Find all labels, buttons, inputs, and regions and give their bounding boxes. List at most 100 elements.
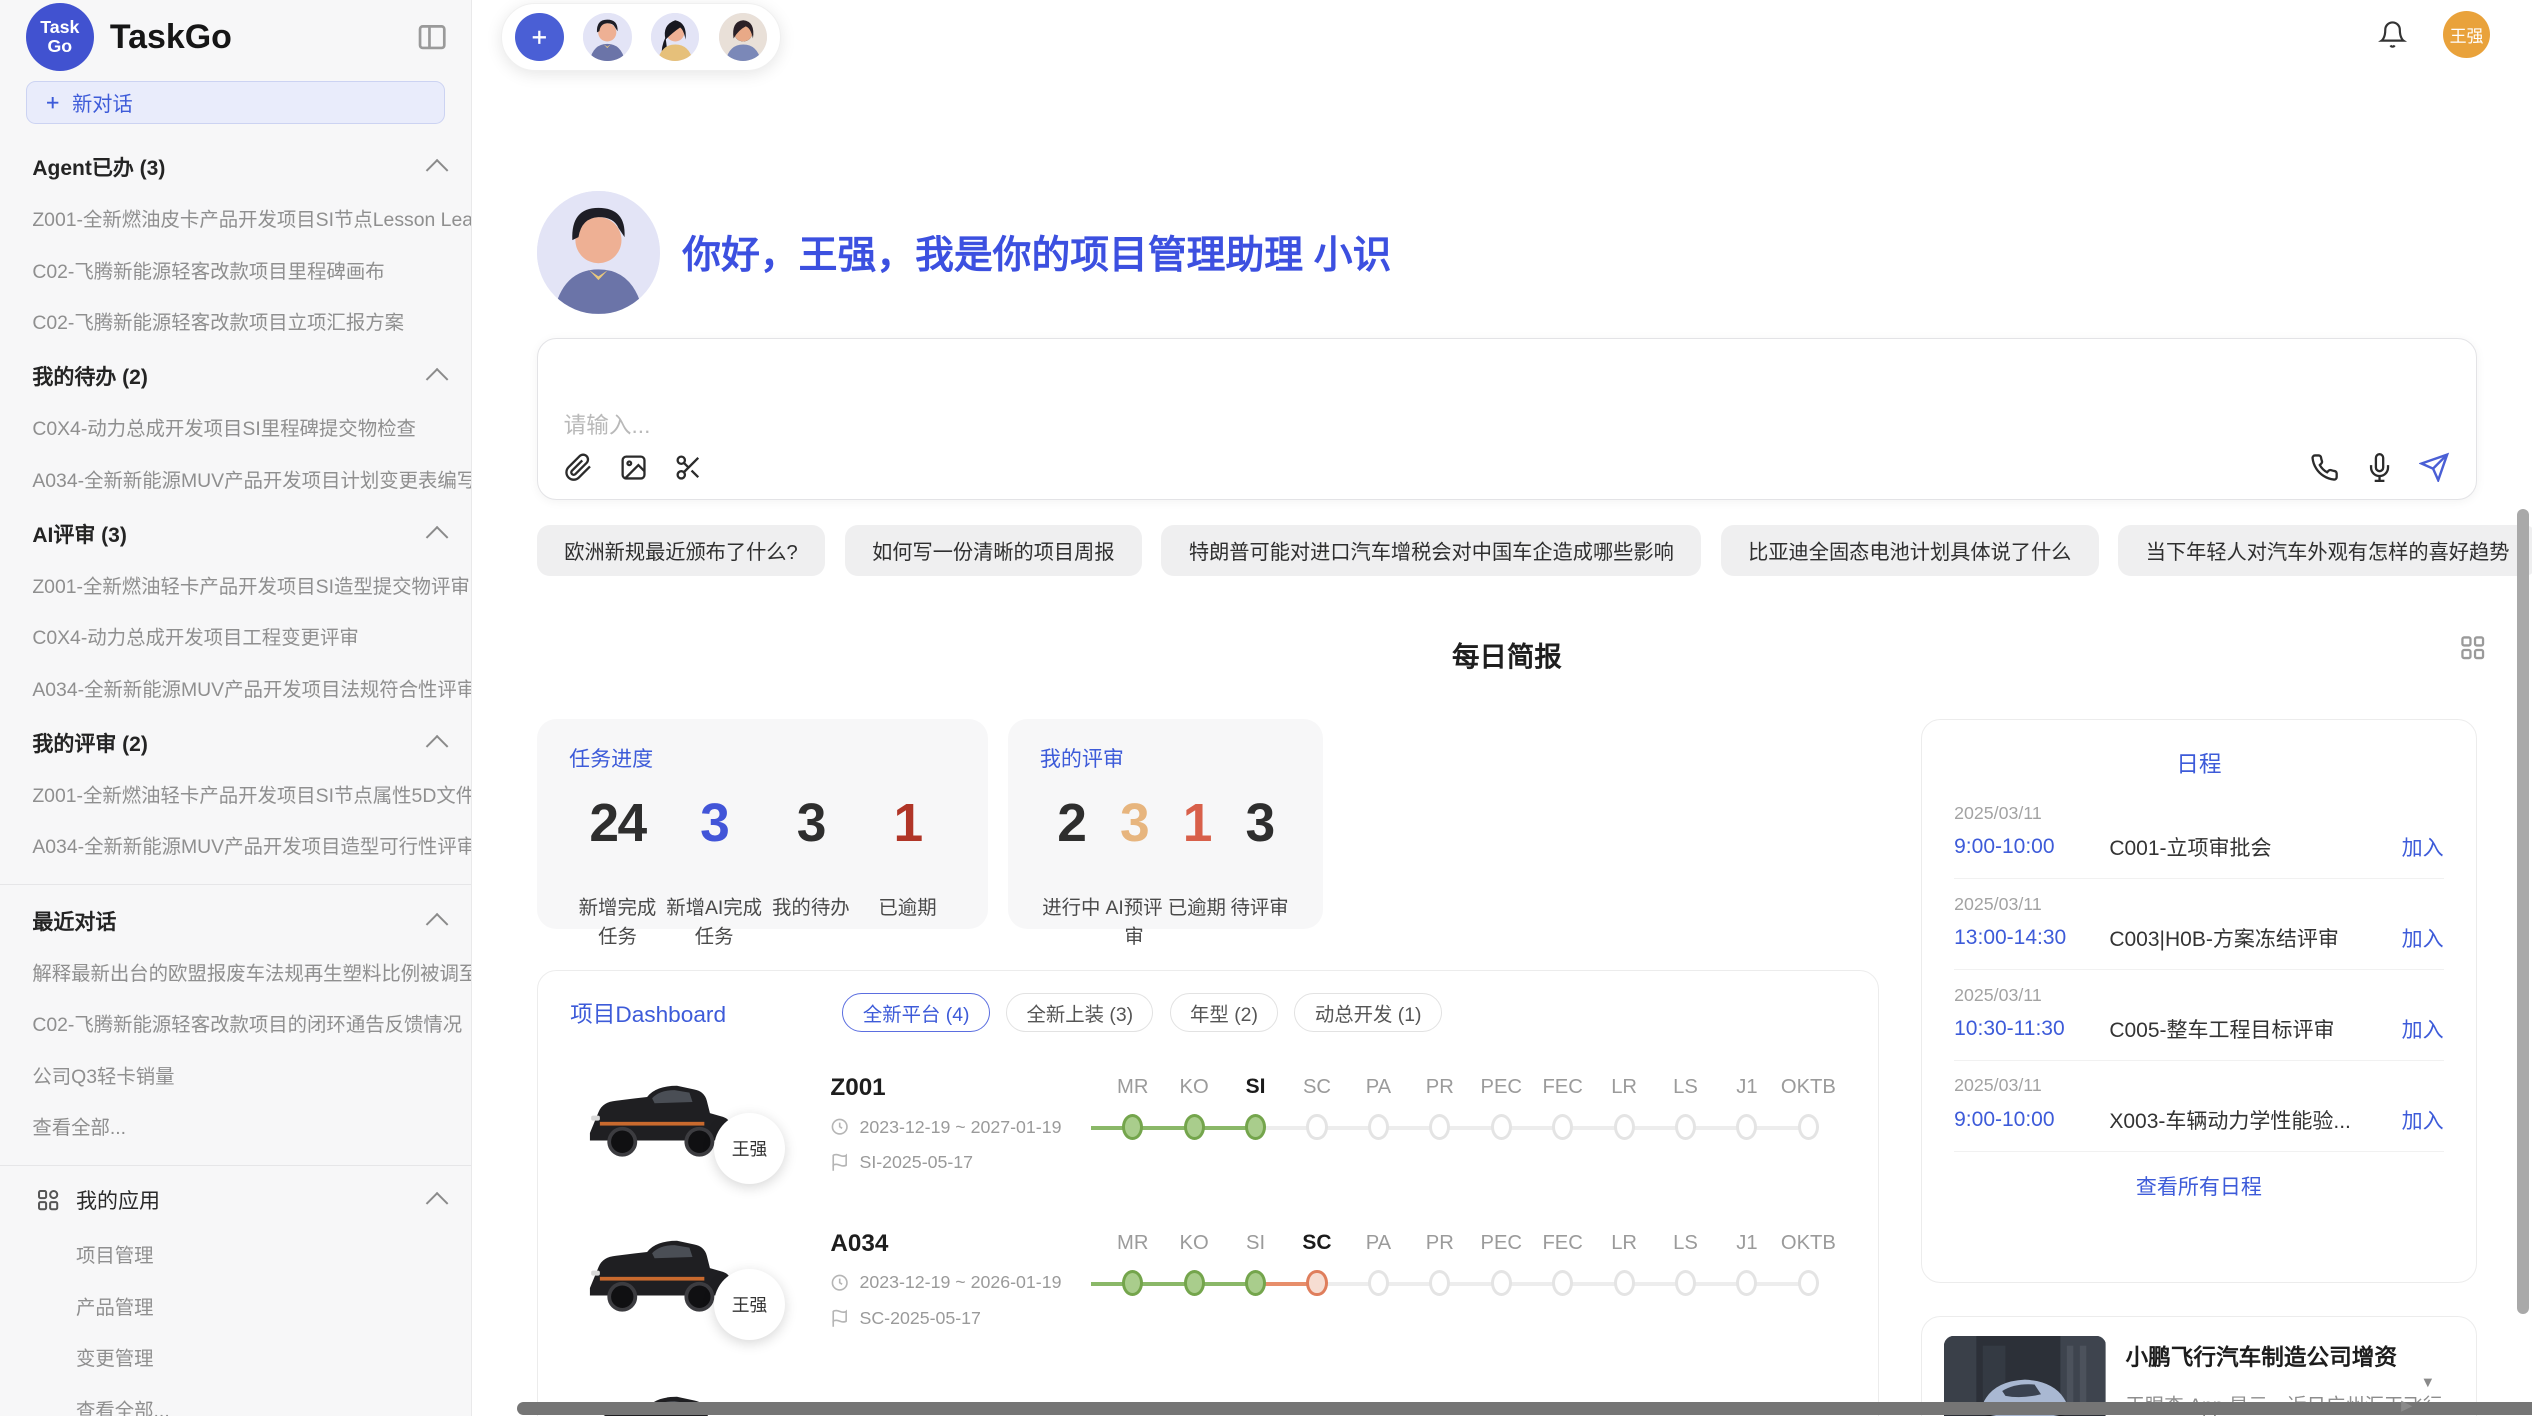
milestone-dot [1798,1270,1819,1296]
project-milestone-label: SC-2025-05-17 [859,1308,980,1329]
add-agent-button[interactable] [515,13,564,62]
milestone-dot [1306,1270,1327,1296]
truck-image [575,1068,737,1168]
sidebar-task-item[interactable]: Z001-全新燃油皮卡产品开发项目SI节点Lesson Learn报告 [0,192,471,244]
stat-item: 2 进行中 [1040,793,1103,949]
milestone: LR [1593,1071,1654,1141]
suggestion-chip[interactable]: 当下年轻人对汽车外观有怎样的喜好趋势 [2118,525,2532,575]
schedule-time: 13:00-14:30 [1954,926,2109,950]
my-apps-header[interactable]: 我的应用 [0,1172,471,1228]
scroll-down-arrow-icon[interactable]: ▼ [2421,1376,2435,1391]
schedule-item: 2025/03/11 9:00-10:00 C001-立项审批会 加入 [1954,789,2444,879]
agent-avatar-2[interactable] [651,13,700,62]
main-area: 王强 你好，王强，我是你的项目管理助理 小识 请输入... [472,0,2532,1416]
milestone-label: J1 [1716,1071,1777,1103]
scroll-right-arrow-icon[interactable]: ▶ [2401,1399,2412,1414]
stat-value: 3 [666,793,763,854]
app-link[interactable]: 产品管理 [0,1280,471,1332]
screenshot-scissors-icon[interactable] [674,453,703,482]
user-avatar[interactable]: 王强 [2443,11,2490,58]
top-right-actions: 王强 [2378,11,2490,58]
suggestion-chip[interactable]: 特朗普可能对进口汽车增税会对中国车企造成哪些影响 [1161,525,1701,575]
milestone-dot [1245,1114,1266,1140]
stat-label: AI预评审 [1103,891,1166,949]
chat-input-card[interactable]: 请输入... [537,338,2477,500]
filter-tab[interactable]: 全新上装 (3) [1006,993,1153,1032]
project-name: Z001 [830,1074,1102,1102]
schedule-item: 2025/03/11 9:00-10:00 X003-车辆动力学性能验... 加… [1954,1060,2444,1151]
milestone-dot [1368,1114,1389,1140]
top-bar: 王强 [472,0,2532,71]
image-upload-icon[interactable] [619,453,648,482]
sidebar-collapse-icon[interactable] [416,21,448,50]
filter-tab[interactable]: 动总开发 (1) [1294,993,1441,1032]
schedule-event-name: C005-整车工程目标评审 [2109,1014,2401,1044]
voice-call-icon[interactable] [2310,453,2339,482]
filter-tab[interactable]: 年型 (2) [1170,993,1279,1032]
agent-avatar-3[interactable] [719,13,768,62]
stat-card-title: 我的评审 [1040,743,1291,773]
project-name: A034 [830,1230,1102,1258]
recent-chats-header[interactable]: 最近对话 [0,891,471,945]
send-icon[interactable] [2419,452,2450,483]
join-link[interactable]: 加入 [2402,832,2444,862]
sidebar-task-item[interactable]: C0X4-动力总成开发项目SI里程碑提交物检查 [0,401,471,453]
milestone: J1 [1716,1071,1777,1141]
layout-grid-icon[interactable] [2459,634,2486,661]
milestone: LS [1655,1071,1716,1141]
section-header[interactable]: AI评审 (3) [0,504,471,558]
recent-chat-item[interactable]: 公司Q3轻卡销量 [0,1048,471,1100]
sidebar-task-item[interactable]: C0X4-动力总成开发项目工程变更评审 [0,610,471,662]
filter-tab[interactable]: 全新平台 (4) [842,993,989,1032]
view-all-schedule-link[interactable]: 查看所有日程 [1954,1151,2444,1221]
milestone-dot [1675,1114,1696,1140]
recent-view-all-link[interactable]: 查看全部... [0,1100,471,1152]
recent-chat-item[interactable]: 解释最新出台的欧盟报废车法规再生塑料比例被调至15%... [0,945,471,997]
stat-item: 3 新增AI完成任务 [666,793,763,949]
task-section: AI评审 (3) Z001-全新燃油轻卡产品开发项目SI造型提交物评审C0X4-… [0,504,471,713]
join-link[interactable]: 加入 [2402,1105,2444,1135]
milestone-label: PR [1409,1227,1470,1259]
left-column: 任务进度 24 新增完成任务 3 新增AI完成任务 [537,719,1879,1416]
milestone: MR [1102,1227,1163,1297]
join-link[interactable]: 加入 [2402,1014,2444,1044]
sidebar-task-item[interactable]: C02-飞腾新能源轻客改款项目里程碑画布 [0,243,471,295]
project-row[interactable]: 王强 Z001 2023-12-19 ~ 2027-01-19 [575,1068,1845,1175]
section-header[interactable]: Agent已办 (3) [0,137,471,191]
suggestion-chip[interactable]: 欧洲新规最近颁布了什么? [537,525,825,575]
section-items: Z001-全新燃油轻卡产品开发项目SI造型提交物评审C0X4-动力总成开发项目工… [0,558,471,713]
section-header[interactable]: 我的评审 (2) [0,713,471,767]
microphone-icon[interactable] [2365,453,2394,482]
sidebar-task-item[interactable]: C02-飞腾新能源轻客改款项目立项汇报方案 [0,295,471,347]
recent-chat-item[interactable]: C02-飞腾新能源轻客改款项目的闭环通告反馈情况 [0,997,471,1049]
milestone-dot [1552,1114,1573,1140]
vertical-scrollbar[interactable] [2517,509,2528,1314]
stat-label: 新增完成任务 [569,891,666,949]
news-card[interactable]: 小鹏飞行汽车制造公司增资 天眼查 App 显示，近日广州汇天飞行汽... [1921,1316,2477,1416]
section-items: Z001-全新燃油轻卡产品开发项目SI节点属性5D文件评审A034-全新新能源M… [0,767,471,870]
attachment-icon[interactable] [564,453,593,482]
horizontal-scrollbar[interactable] [517,1402,2532,1415]
agent-avatar-1[interactable] [583,13,632,62]
section-items: C0X4-动力总成开发项目SI里程碑提交物检查A034-全新新能源MUV产品开发… [0,401,471,504]
app-link[interactable]: 查看全部... [0,1383,471,1416]
milestone-label: OKTB [1778,1227,1839,1259]
stats-cards: 任务进度 24 新增完成任务 3 新增AI完成任务 [537,719,1879,929]
section-header[interactable]: 我的待办 (2) [0,347,471,401]
app-link[interactable]: 项目管理 [0,1228,471,1280]
new-chat-button[interactable]: 新对话 [26,81,445,125]
project-row[interactable]: 王强 A034 2023-12-19 ~ 2026-01-19 [575,1223,1845,1330]
milestone-label: OKTB [1778,1071,1839,1103]
join-link[interactable]: 加入 [2402,923,2444,953]
sidebar-task-item[interactable]: A034-全新新能源MUV产品开发项目法规符合性评审 [0,661,471,713]
sidebar-task-item[interactable]: Z001-全新燃油轻卡产品开发项目SI节点属性5D文件评审 [0,767,471,819]
suggestion-chip[interactable]: 比亚迪全固态电池计划具体说了什么 [1721,525,2099,575]
notification-bell-icon[interactable] [2378,20,2407,49]
sidebar-task-item[interactable]: A034-全新新能源MUV产品开发项目造型可行性评审 [0,819,471,871]
milestone-label: LS [1655,1227,1716,1259]
app-link[interactable]: 变更管理 [0,1331,471,1383]
suggestion-chip[interactable]: 如何写一份清晰的项目周报 [845,525,1142,575]
sidebar-task-item[interactable]: Z001-全新燃油轻卡产品开发项目SI造型提交物评审 [0,558,471,610]
milestone-label: KO [1163,1071,1224,1103]
sidebar-task-item[interactable]: A034-全新新能源MUV产品开发项目计划变更表编写 [0,452,471,504]
